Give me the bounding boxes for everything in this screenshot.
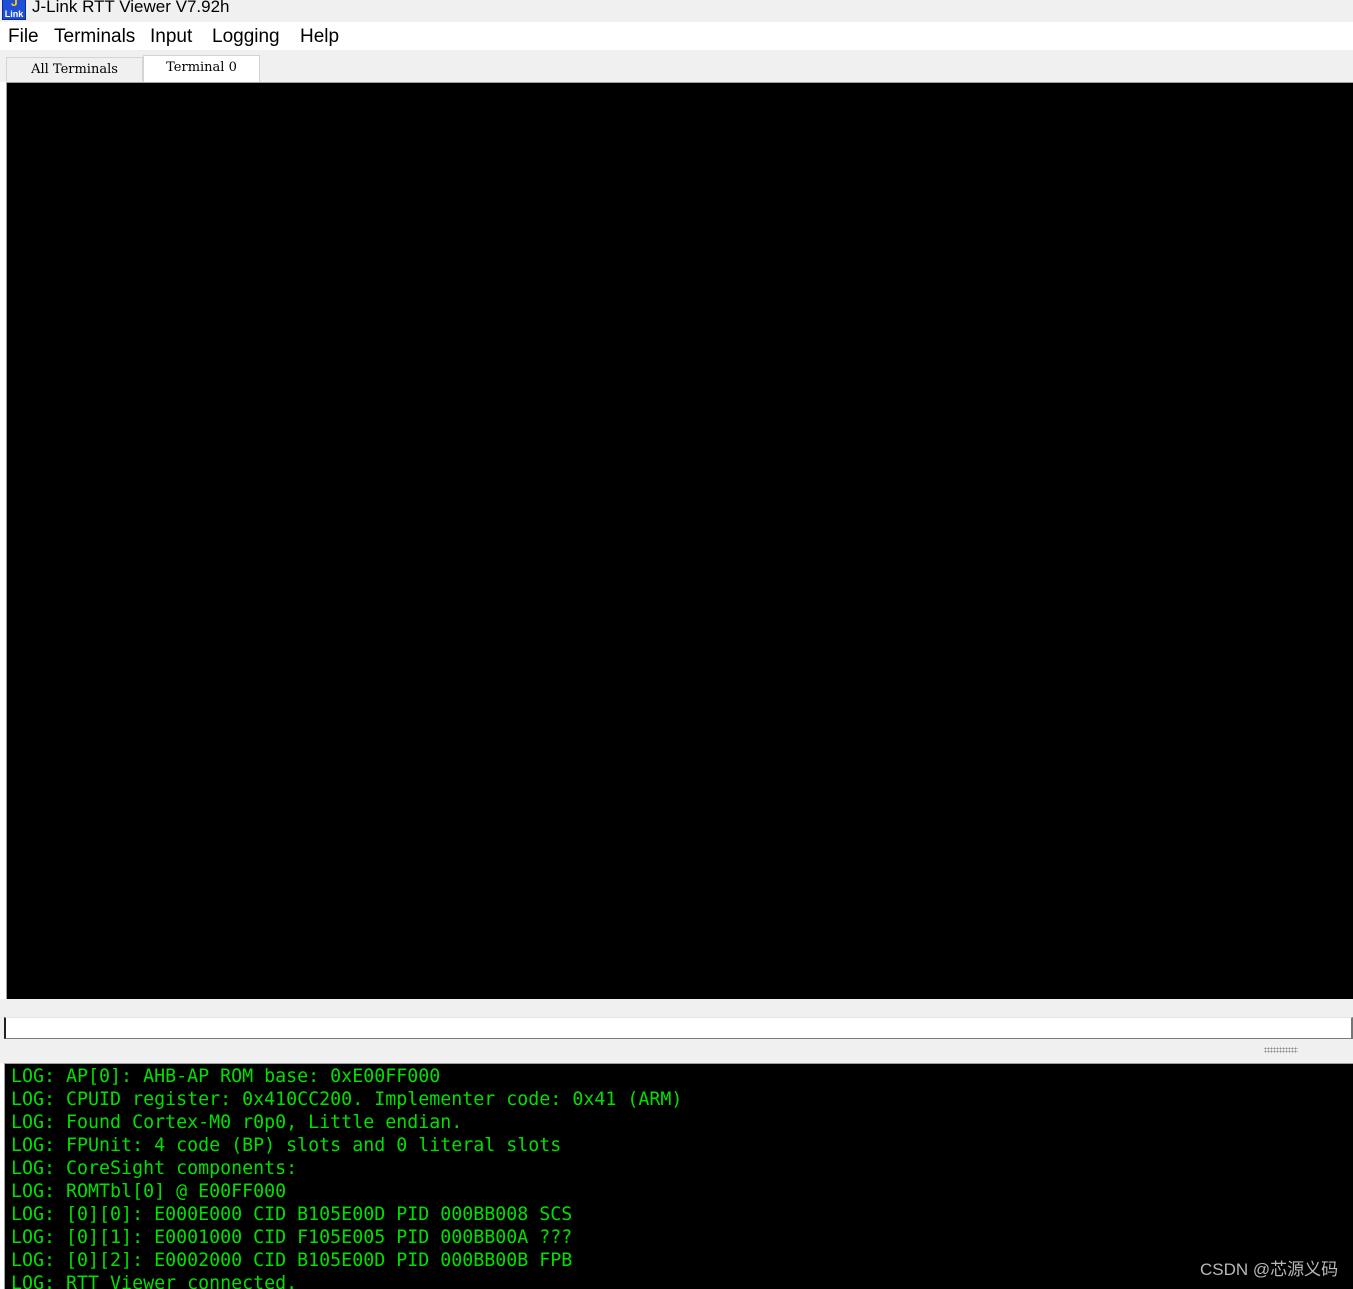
- log-line: LOG: [0][0]: E000E000 CID B105E00D PID 0…: [11, 1204, 573, 1225]
- title-bar: J Link J-Link RTT Viewer V7.92h: [0, 0, 1353, 22]
- tab-terminal-0[interactable]: Terminal 0: [143, 55, 260, 82]
- log-line: LOG: RTT Viewer connected.: [11, 1273, 298, 1289]
- terminal-tab-bar: All Terminals Terminal 0: [0, 50, 1353, 82]
- terminal-output[interactable]: [6, 82, 1353, 999]
- menu-input[interactable]: Input: [150, 24, 192, 50]
- menu-logging[interactable]: Logging: [212, 24, 280, 50]
- app-icon-label: Link: [4, 9, 24, 19]
- window-title: J-Link RTT Viewer V7.92h: [32, 0, 230, 16]
- csdn-watermark: CSDN @芯源义码: [1200, 1260, 1339, 1279]
- log-line: LOG: CPUID register: 0x410CC200. Impleme…: [11, 1089, 683, 1110]
- menu-file[interactable]: File: [8, 24, 39, 50]
- log-line-partial: LOG: ...: [11, 1063, 99, 1064]
- menu-terminals[interactable]: Terminals: [54, 24, 135, 50]
- input-area: [0, 999, 1353, 1063]
- jlink-app-icon: J Link: [2, 0, 26, 20]
- menu-bar: File Terminals Input Logging Help: [0, 22, 1353, 50]
- log-line: LOG: [0][1]: E0001000 CID F105E005 PID 0…: [11, 1227, 573, 1248]
- log-line: LOG: CoreSight components:: [11, 1158, 298, 1179]
- terminal-input-field[interactable]: [4, 1017, 1353, 1039]
- tab-all-terminals[interactable]: All Terminals: [6, 57, 143, 81]
- splitter-grip[interactable]: [1264, 1047, 1298, 1053]
- log-line: LOG: [0][2]: E0002000 CID B105E00D PID 0…: [11, 1250, 573, 1271]
- menu-help[interactable]: Help: [300, 24, 339, 50]
- log-panel[interactable]: LOG: ... LOG: AP[0]: AHB-AP ROM base: 0x…: [4, 1063, 1353, 1289]
- log-line: LOG: ROMTbl[0] @ E00FF000: [11, 1181, 287, 1202]
- log-line: LOG: Found Cortex-M0 r0p0, Little endian…: [11, 1112, 463, 1133]
- log-line: LOG: AP[0]: AHB-AP ROM base: 0xE00FF000: [11, 1066, 441, 1087]
- log-line: LOG: FPUnit: 4 code (BP) slots and 0 lit…: [11, 1135, 562, 1156]
